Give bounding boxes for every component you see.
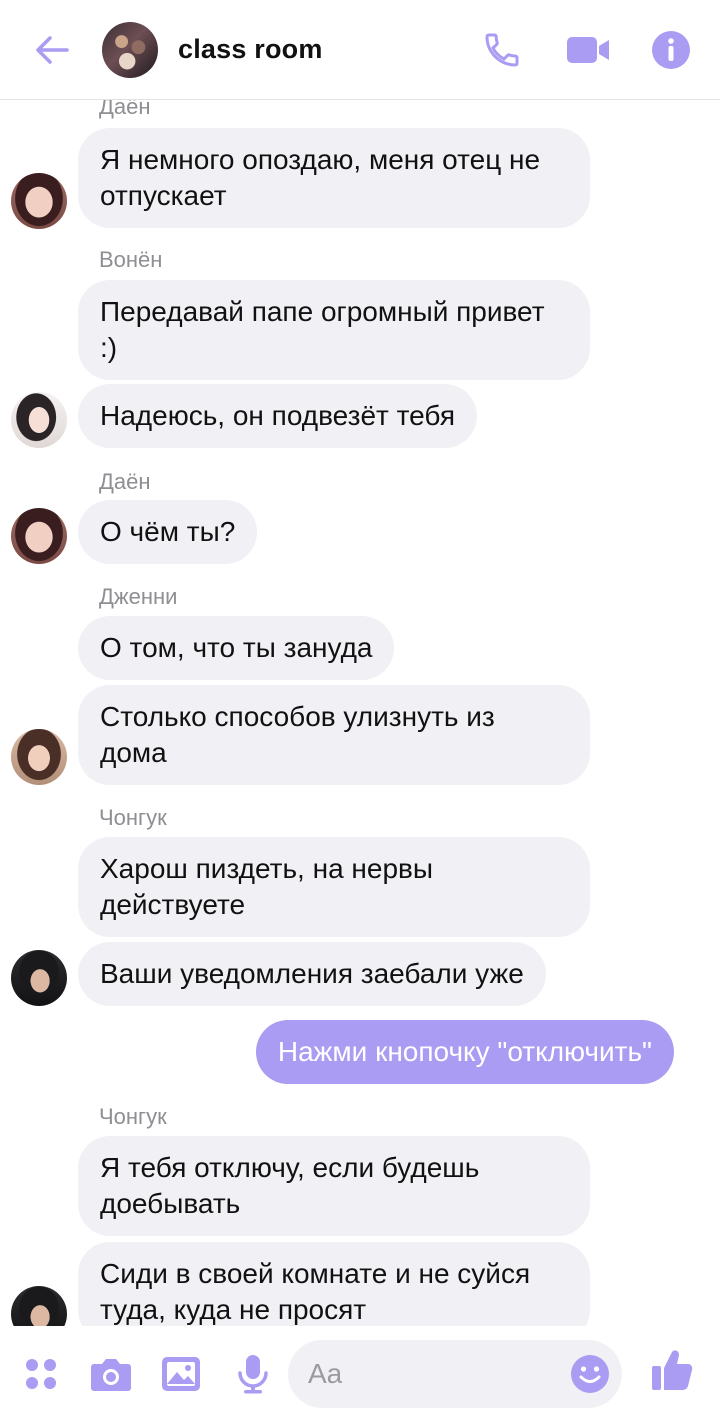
sender-name: Дженни [99, 584, 178, 609]
message-list[interactable]: Даён Я немного опоздаю, меня отец не отп… [0, 100, 720, 1326]
message-input[interactable] [308, 1354, 558, 1394]
sender-name: Чонгук [99, 805, 167, 830]
message-bubble[interactable]: Ваши уведомления заебали уже [78, 942, 546, 1006]
avatar[interactable] [11, 950, 67, 1006]
message-bubble[interactable]: Я тебя отключу, если будешь доебывать [78, 1136, 590, 1236]
message-bubble[interactable]: О том, что ты зануда [78, 616, 395, 680]
avatar[interactable] [11, 392, 67, 448]
outgoing-message-bubble[interactable]: Нажми кнопочку "отключить" [255, 1020, 674, 1084]
composer-bar [0, 1326, 720, 1424]
message-bubble[interactable]: Я немного опоздаю, меня отец не отпускае… [78, 128, 590, 228]
camera-icon[interactable] [89, 1352, 133, 1396]
thumbs-up-icon[interactable] [650, 1348, 694, 1392]
emoji-icon[interactable] [568, 1352, 612, 1396]
avatar[interactable] [11, 173, 67, 229]
video-camera-icon[interactable] [566, 28, 610, 72]
message-bubble[interactable]: Харош пиздеть, на нервы действуете [78, 837, 590, 937]
group-avatar[interactable] [102, 22, 158, 78]
gallery-icon[interactable] [159, 1352, 203, 1396]
message-bubble[interactable]: О чём ты? [78, 500, 258, 564]
apps-icon[interactable] [19, 1352, 63, 1396]
message-input-container[interactable] [288, 1340, 622, 1408]
sender-name: Даён [99, 469, 151, 494]
avatar[interactable] [11, 1286, 67, 1326]
avatar[interactable] [11, 508, 67, 564]
message-bubble[interactable]: Столько способов улизнуть из дома [78, 685, 590, 785]
message-bubble[interactable]: Сиди в своей комнате и не суйся туда, ку… [78, 1242, 590, 1326]
sender-name: Даён [99, 100, 151, 119]
sender-name: Вонён [99, 247, 163, 272]
avatar[interactable] [11, 729, 67, 785]
phone-icon[interactable] [480, 28, 524, 72]
microphone-icon[interactable] [231, 1352, 275, 1396]
message-bubble[interactable]: Передавай папе огромный привет :) [78, 280, 590, 380]
chat-title[interactable]: class room [178, 34, 323, 65]
info-icon[interactable] [649, 28, 693, 72]
message-bubble[interactable]: Надеюсь, он подвезёт тебя [78, 384, 478, 448]
chat-header: class room [0, 0, 720, 100]
back-arrow-icon[interactable] [30, 28, 74, 72]
sender-name: Чонгук [99, 1104, 167, 1129]
